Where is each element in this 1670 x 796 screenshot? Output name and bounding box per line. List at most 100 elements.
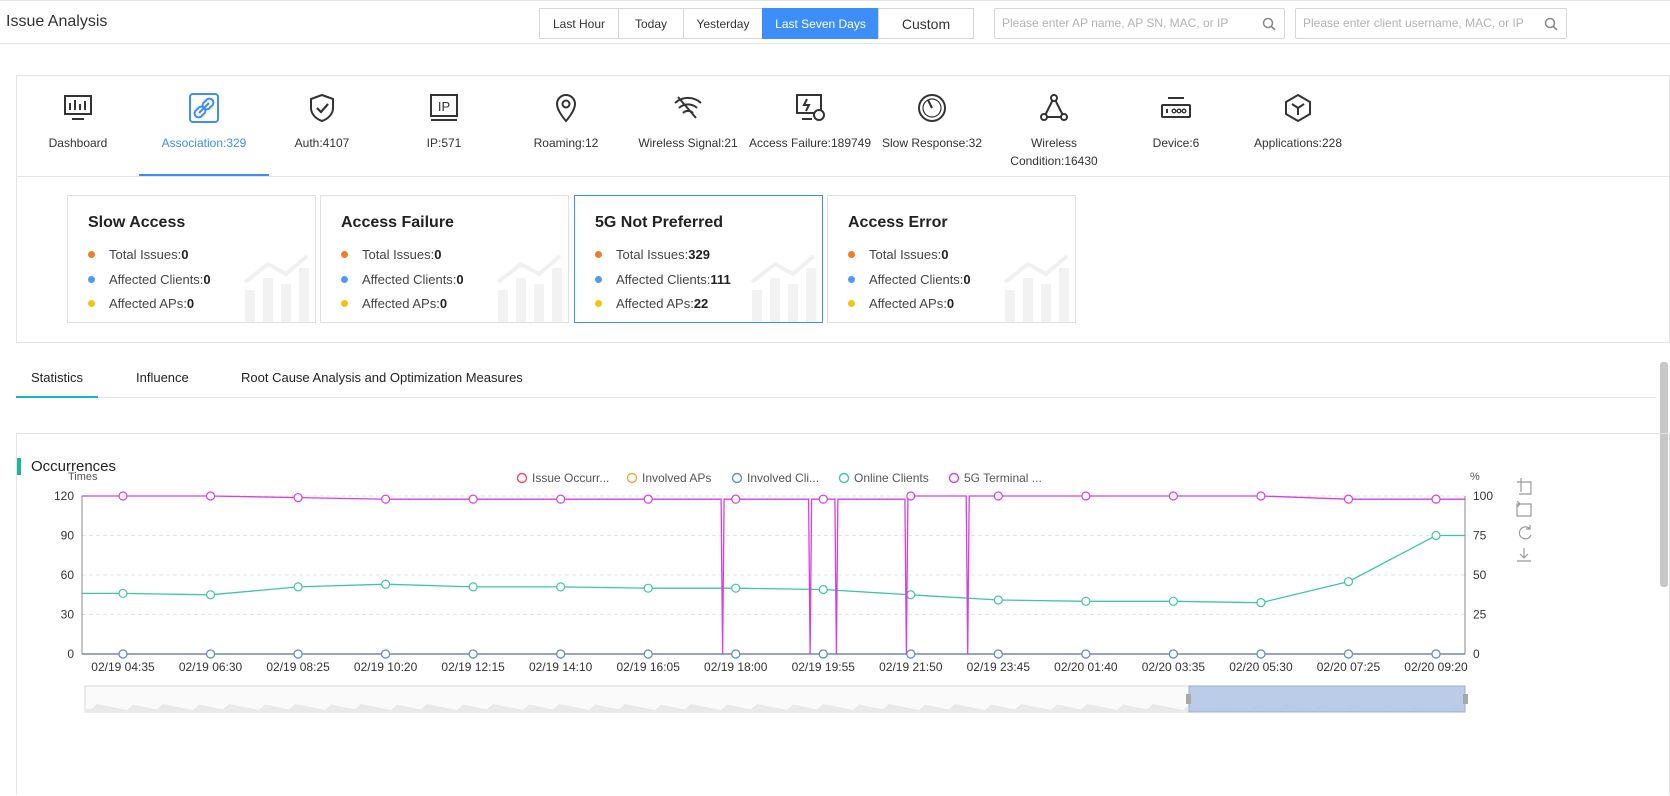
range-today-button[interactable]: Today (618, 8, 684, 39)
category-label: Wireless Condition:16430 (1010, 136, 1098, 168)
page-title: Issue Analysis (6, 13, 108, 30)
category-association[interactable]: Association:329 (139, 76, 269, 176)
restore-icon (1518, 525, 1532, 540)
data-point (818, 494, 828, 504)
category-device[interactable]: Device:6 (1111, 76, 1241, 176)
y-tick-right: 75 (1473, 529, 1487, 543)
orange-dot-icon (88, 251, 95, 258)
data-zoom-window[interactable] (1188, 685, 1466, 713)
range-last-hour-button[interactable]: Last Hour (539, 8, 619, 39)
range-yesterday-button[interactable]: Yesterday (683, 8, 763, 39)
data-point (1343, 494, 1354, 504)
range-custom-button[interactable]: Custom (878, 8, 974, 39)
category-auth[interactable]: Auth:4107 (257, 76, 387, 176)
data-point (906, 491, 916, 501)
tab-root-cause[interactable]: Root Cause Analysis and Optimization Mea… (241, 370, 523, 398)
x-tick-label: 02/19 21:50 (879, 660, 943, 674)
category-ip[interactable]: IP IP:571 (379, 76, 509, 176)
data-point (205, 590, 216, 600)
card-total-row: Total Issues: 0 (341, 247, 442, 262)
category-access-failure[interactable]: Access Failure:189749 (745, 76, 875, 176)
card-access-failure[interactable]: Access Failure Total Issues: 0 Affected C… (320, 195, 569, 323)
data-point (293, 492, 303, 503)
y-tick-right: 100 (1473, 489, 1493, 503)
card-title: 5G Not Preferred (595, 214, 724, 231)
y-tick-left: 120 (54, 489, 74, 503)
blue-dot-icon (848, 276, 855, 283)
data-point (818, 649, 828, 659)
data-point (381, 494, 391, 504)
zoom-area-icon (1517, 478, 1532, 495)
category-roaming[interactable]: Roaming:12 (501, 76, 631, 176)
blue-dot-icon (341, 276, 348, 283)
data-zoom-handle-left[interactable] (1186, 694, 1191, 704)
card-5g-not-preferred[interactable]: 5G Not Preferred Total Issues: 329 Affect… (574, 195, 823, 323)
router-icon (1161, 97, 1191, 118)
category-applications[interactable]: Applications:228 (1233, 76, 1363, 176)
occurrences-panel: Occurrences Times% 0 30 60 90 120 0 25 50 75 100 02… (16, 433, 1670, 795)
legend-label: Online Clients (854, 471, 929, 485)
data-point (731, 583, 741, 593)
category-wireless-signal[interactable]: Wireless Signal:21 (623, 76, 753, 176)
category-dashboard[interactable]: Dashboard (13, 76, 143, 176)
trend-watermark-icon (243, 254, 309, 322)
data-point (118, 588, 128, 599)
search-icon[interactable] (1544, 17, 1558, 31)
ap-search-box[interactable] (994, 8, 1285, 39)
data-point (1168, 649, 1179, 659)
link-icon (189, 93, 219, 123)
category-label: Slow Response:32 (881, 136, 983, 150)
client-search-box[interactable] (1295, 8, 1567, 39)
card-access-error[interactable]: Access Error Total Issues: 0 Affected Cli… (827, 195, 1076, 323)
yellow-dot-icon (848, 300, 855, 307)
ip-icon: IP (430, 94, 458, 121)
data-point (468, 582, 478, 592)
data-point (293, 582, 303, 592)
range-last-seven-days-button[interactable]: Last Seven Days (762, 8, 879, 39)
blue-dot-icon (595, 276, 602, 283)
ap-search-input[interactable] (1002, 16, 1262, 30)
gauge-icon (918, 94, 946, 122)
legend-marker (838, 472, 850, 484)
data-point (1431, 530, 1441, 541)
shield-check-icon (310, 93, 334, 123)
tab-statistics[interactable]: Statistics (16, 370, 99, 398)
search-icon[interactable] (1262, 17, 1276, 31)
occurrences-chart[interactable]: Times % 0 30 60 90 120 0 25 50 75 100 02/19 04:35 02/… (17, 434, 1670, 796)
x-tick-label: 02/20 09:20 (1404, 660, 1468, 674)
x-tick-label: 02/20 01:40 (1054, 660, 1118, 674)
trend-watermark-icon (1003, 254, 1069, 322)
issue-category-tabs: Dashboard Association:329 Auth:4107 IP I… (17, 76, 1670, 177)
data-point (1168, 596, 1179, 606)
x-tick-label: 02/19 08:25 (266, 660, 330, 674)
tab-influence[interactable]: Influence (136, 370, 189, 398)
yellow-dot-icon (595, 300, 602, 307)
y-tick-left: 90 (61, 529, 75, 543)
y-axis-right-label: % (1470, 471, 1480, 483)
series-line-4 (82, 495, 1465, 655)
category-wireless-condition[interactable]: Wireless Condition:16430 (989, 76, 1119, 176)
category-slow-response[interactable]: Slow Response:32 (867, 76, 997, 176)
legend-label: Issue Occurr... (532, 471, 609, 485)
data-point (1081, 491, 1091, 501)
card-total-row: Total Issues: 0 (88, 247, 189, 262)
data-zoom-handle-right[interactable] (1463, 694, 1468, 704)
network-triangle-icon (1040, 94, 1068, 121)
data-point (818, 584, 828, 595)
x-tick-label: 02/19 18:00 (704, 660, 768, 674)
x-tick-label: 02/20 07:25 (1317, 660, 1381, 674)
data-point (1168, 491, 1179, 501)
legend-label: 5G Terminal ... (964, 471, 1042, 485)
orange-dot-icon (848, 251, 855, 258)
card-slow-access[interactable]: Slow Access Total Issues: 0 Affected Clie… (67, 195, 316, 323)
x-tick-label: 02/19 14:10 (529, 660, 593, 674)
card-aps-row: Affected APs: 0 (341, 296, 447, 311)
y-tick-right: 25 (1473, 608, 1487, 622)
data-point (731, 649, 741, 659)
card-title: Access Failure (341, 214, 454, 231)
data-point (381, 579, 391, 589)
category-label: Access Failure:189749 (748, 136, 872, 150)
client-search-input[interactable] (1303, 16, 1543, 30)
analysis-tabs: Statistics Influence Root Cause Analysis… (16, 362, 1656, 398)
data-point (643, 649, 653, 659)
